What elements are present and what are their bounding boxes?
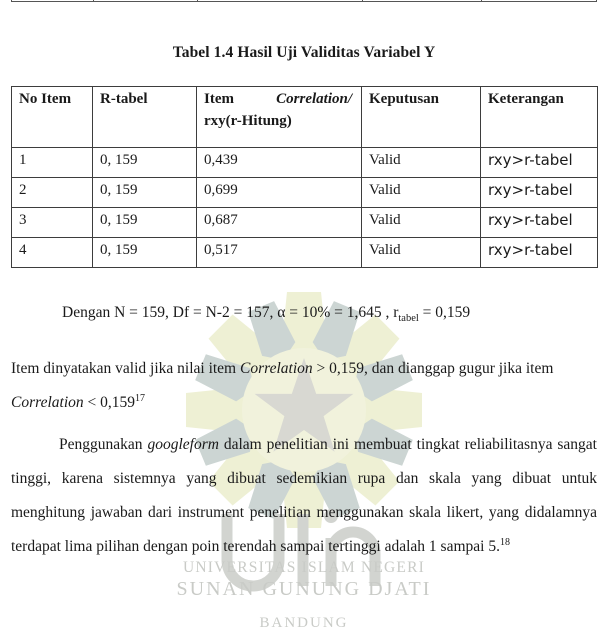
cell-keterangan: rxy>r-tabel <box>480 237 598 268</box>
cell-keputusan: Valid <box>361 177 481 208</box>
column-header-item-correlation: Item Correlation/ rxy(r-Hitung) <box>196 86 362 148</box>
cell-keterangan: rxy>r-tabel <box>480 147 598 178</box>
cell-no-item: 3 <box>11 207 93 238</box>
footnote-marker-18: 18 <box>499 536 510 548</box>
cell-keterangan: rxy>r-tabel <box>480 207 598 238</box>
cell-keputusan: Valid <box>361 147 481 178</box>
table-row: 4 0, 159 0,517 Valid rxy>r-tabel <box>11 237 598 268</box>
table-row: 2 0, 159 0,699 Valid rxy>r-tabel <box>11 177 598 208</box>
cell-item-correlation: 0,517 <box>196 237 362 268</box>
cell-item-correlation: 0,699 <box>196 177 362 208</box>
document-page: Tabel 1.4 Hasil Uji Validitas Variabel Y… <box>0 0 608 632</box>
cell-r-tabel: 0, 159 <box>92 207 197 238</box>
cell-no-item: 2 <box>11 177 93 208</box>
column-header-item-word: Item <box>204 91 234 107</box>
cell-r-tabel: 0, 159 <box>92 177 197 208</box>
column-header-keterangan: Keterangan <box>480 86 598 148</box>
cell-no-item: 4 <box>11 237 93 268</box>
cell-no-item: 1 <box>11 147 93 178</box>
cell-r-tabel: 0, 159 <box>92 237 197 268</box>
item-valid-text-1: Item dinyatakan valid jika nilai item <box>11 360 240 377</box>
column-header-no-item: No Item <box>11 86 93 148</box>
dengan-subscript-tabel: tabel <box>398 313 419 325</box>
cell-item-correlation: 0,439 <box>196 147 362 178</box>
penggunakan-text-1: Penggunakan <box>59 436 148 453</box>
dengan-prefix-text: Dengan N = 159, Df = N-2 = 157, α = 10% … <box>62 304 399 321</box>
paragraph-penggunakan: Penggunakan googleform dalam penelitian … <box>11 428 597 564</box>
column-header-rxy-line: rxy(r-Hitung) <box>204 112 292 129</box>
paragraph-item-valid: Item dinyatakan valid jika nilai item Co… <box>11 352 597 420</box>
cell-keputusan: Valid <box>361 207 481 238</box>
penggunakan-italic-googleform: googleform <box>147 436 219 453</box>
table-header-row: No Item R-tabel Item Correlation/ rxy(r-… <box>11 86 598 148</box>
item-valid-text-3: < 0,159 <box>83 394 136 411</box>
item-valid-italic-1: Correlation <box>240 360 313 377</box>
dengan-suffix-text: = 0,159 <box>418 304 471 321</box>
table-caption: Tabel 1.4 Hasil Uji Validitas Variabel Y <box>172 44 436 61</box>
cell-keputusan: Valid <box>361 237 481 268</box>
validity-results-table: No Item R-tabel Item Correlation/ rxy(r-… <box>11 86 598 268</box>
cell-r-tabel: 0, 159 <box>92 147 197 178</box>
cell-item-correlation: 0,687 <box>196 207 362 238</box>
table-row: 3 0, 159 0,687 Valid rxy>r-tabel <box>11 207 598 238</box>
column-header-keputusan: Keputusan <box>361 86 481 148</box>
column-header-r-tabel: R-tabel <box>92 86 197 148</box>
item-valid-italic-2: Correlation <box>11 394 84 411</box>
cell-keterangan: rxy>r-tabel <box>480 177 598 208</box>
item-valid-text-2: > 0,159, dan dianggap gugur jika item <box>312 360 554 377</box>
footnote-marker-17: 17 <box>135 392 146 404</box>
table-row: 1 0, 159 0,439 Valid rxy>r-tabel <box>11 147 598 178</box>
previous-table-remnant <box>11 0 597 2</box>
column-header-correlation-word: Correlation/ <box>276 91 352 107</box>
paragraph-dengan-n: Dengan N = 159, Df = N-2 = 157, α = 10% … <box>62 296 470 330</box>
